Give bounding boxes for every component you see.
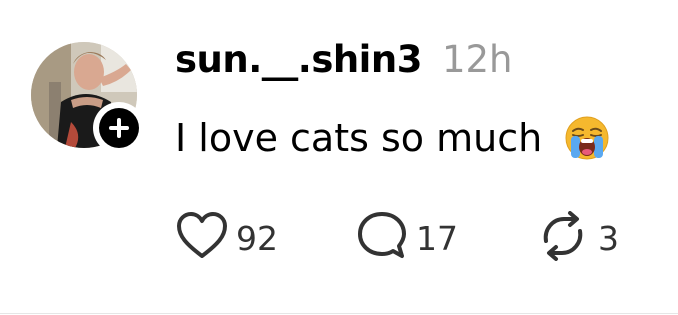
reply-button[interactable]: 17 — [356, 211, 536, 265]
post-actions: 92 17 3 — [176, 211, 619, 265]
post-text-container: I love cats so much — [175, 110, 610, 166]
username[interactable]: sun.__.shin3 — [175, 38, 422, 81]
comment-icon — [356, 211, 408, 265]
like-button[interactable]: 92 — [176, 212, 356, 264]
avatar-container — [31, 42, 145, 154]
repost-button[interactable]: 3 — [536, 211, 619, 265]
post-header: sun.__.shin3 12h — [175, 38, 512, 94]
repost-count: 3 — [598, 218, 619, 258]
divider — [0, 313, 678, 314]
follow-button[interactable] — [93, 102, 145, 154]
reply-count: 17 — [416, 218, 458, 258]
repost-icon — [536, 211, 590, 265]
post-text: I love cats so much — [175, 116, 543, 160]
heart-icon — [176, 212, 228, 264]
timestamp: 12h — [441, 38, 513, 81]
like-count: 92 — [236, 218, 278, 258]
thread-post: sun.__.shin3 12h I love cats so much 92 … — [0, 0, 678, 315]
plus-icon — [99, 108, 139, 148]
loudly-crying-face-emoji — [564, 115, 610, 161]
